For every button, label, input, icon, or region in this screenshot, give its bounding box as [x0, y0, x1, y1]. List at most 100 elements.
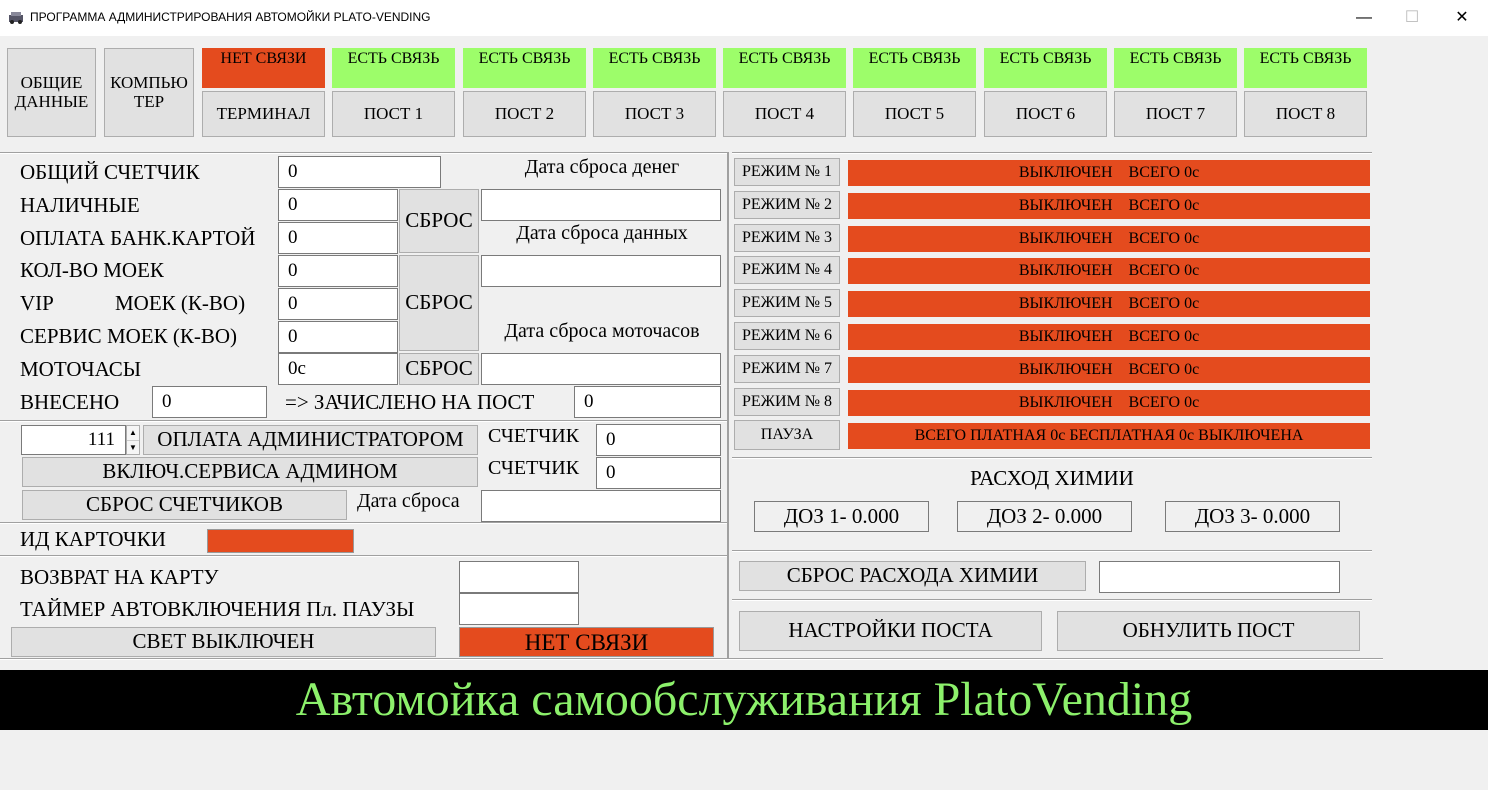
pause-timer-input[interactable]: [459, 593, 579, 625]
vip-label: VIP: [20, 291, 54, 315]
mode-button-4[interactable]: РЕЖИМ № 4: [734, 256, 840, 284]
general-data-button[interactable]: ОБЩИЕ ДАННЫЕ: [7, 48, 96, 137]
zero-post-button[interactable]: ОБНУЛИТЬ ПОСТ: [1057, 611, 1360, 651]
dose-2-value: ДОЗ 2- 0.000: [957, 501, 1132, 532]
post-tab-6[interactable]: ПОСТ 6: [984, 91, 1107, 137]
chemistry-reset-field: [1099, 561, 1340, 593]
terminal-tab[interactable]: ТЕРМИНАЛ: [202, 91, 325, 137]
motohours-label: МОТОЧАСЫ: [20, 357, 142, 381]
mode-status-1: ВЫКЛЮЧЕН ВСЕГО 0с: [848, 160, 1370, 186]
minimize-icon[interactable]: —: [1344, 5, 1384, 31]
mode-button-6[interactable]: РЕЖИМ № 6: [734, 322, 840, 350]
reset-date-field: [481, 490, 721, 522]
post-tab-5[interactable]: ПОСТ 5: [853, 91, 976, 137]
title-bar: ПРОГРАММА АДМИНИСТРИРОВАНИЯ АВТОМОЙКИ PL…: [0, 0, 1488, 36]
divider: [732, 550, 1372, 552]
refund-input[interactable]: [459, 561, 579, 593]
connection-status-6: ЕСТЬ СВЯЗЬ: [984, 48, 1107, 88]
divider: [732, 457, 1372, 459]
post-tab-8[interactable]: ПОСТ 8: [1244, 91, 1367, 137]
mode-button-5[interactable]: РЕЖИМ № 5: [734, 289, 840, 317]
service-washes-field: 0: [278, 321, 398, 353]
card-id-field: [207, 529, 354, 553]
chemistry-title: РАСХОД ХИМИИ: [970, 466, 1134, 490]
pause-button[interactable]: ПАУЗА: [734, 420, 840, 450]
post-tab-7[interactable]: ПОСТ 7: [1114, 91, 1237, 137]
dose-1-value: ДОЗ 1- 0.000: [754, 501, 929, 532]
chevron-down-icon[interactable]: ▼: [127, 441, 139, 455]
footer-banner: Автомойка самообслуживания PlatoVending: [0, 670, 1488, 730]
post-tab-1[interactable]: ПОСТ 1: [332, 91, 455, 137]
divider: [0, 658, 1383, 660]
connection-status-2: ЕСТЬ СВЯЗЬ: [463, 48, 586, 88]
refund-label: ВОЗВРАТ НА КАРТУ: [20, 565, 219, 589]
card-payment-label: ОПЛАТА БАНК.КАРТОЙ: [20, 226, 256, 250]
app-icon: [8, 9, 24, 25]
mode-status-5: ВЫКЛЮЧЕН ВСЕГО 0с: [848, 291, 1370, 317]
cash-label: НАЛИЧНЫЕ: [20, 193, 140, 217]
link-status-indicator: НЕТ СВЯЗИ: [459, 627, 714, 657]
admin-service-enable-button[interactable]: ВКЛЮЧ.СЕРВИСА АДМИНОМ: [22, 457, 478, 487]
divider: [0, 555, 727, 557]
connection-status-7: ЕСТЬ СВЯЗЬ: [1114, 48, 1237, 88]
reset-motohours-button[interactable]: СБРОС: [399, 353, 479, 385]
connection-status-3: ЕСТЬ СВЯЗЬ: [593, 48, 716, 88]
close-icon[interactable]: ✕: [1442, 5, 1482, 31]
banner-text: Автомойка самообслуживания PlatoVending: [295, 673, 1193, 726]
washes-count-label: КОЛ-ВО МОЕК: [20, 258, 164, 282]
divider: [732, 599, 1372, 601]
post-tab-2[interactable]: ПОСТ 2: [463, 91, 586, 137]
mode-status-3: ВЫКЛЮЧЕН ВСЕГО 0с: [848, 226, 1370, 252]
reset-money-button[interactable]: СБРОС: [399, 189, 479, 253]
pause-timer-label: ТАЙМЕР АВТОВКЛЮЧЕНИЯ Пл. ПАУЗЫ: [20, 597, 415, 621]
credited-label: => ЗАЧИСЛЕНО НА ПОСТ: [285, 390, 535, 414]
light-toggle-button[interactable]: СВЕТ ВЫКЛЮЧЕН: [11, 627, 436, 657]
connection-status-1: ЕСТЬ СВЯЗЬ: [332, 48, 455, 88]
post-settings-button[interactable]: НАСТРОЙКИ ПОСТА: [739, 611, 1042, 651]
amount-spinner-input[interactable]: 111: [21, 425, 126, 455]
mode-button-2[interactable]: РЕЖИМ № 2: [734, 191, 840, 219]
credited-field: 0: [574, 386, 721, 418]
counter-field-1: 0: [596, 424, 721, 456]
post-tab-3[interactable]: ПОСТ 3: [593, 91, 716, 137]
reset-date-label: Дата сброса: [357, 490, 460, 512]
divider: [732, 152, 1372, 154]
mode-button-8[interactable]: РЕЖИМ № 8: [734, 388, 840, 416]
divider: [0, 152, 727, 154]
counter-field-2: 0: [596, 457, 721, 489]
reset-data-button[interactable]: СБРОС: [399, 255, 479, 351]
amount-spinner[interactable]: ▲ ▼: [126, 425, 140, 455]
reset-chemistry-button[interactable]: СБРОС РАСХОДА ХИМИИ: [739, 561, 1086, 591]
general-data-label-1: ОБЩИЕ: [20, 72, 83, 92]
service-washes-label: СЕРВИС МОЕК (К-ВО): [20, 324, 238, 348]
reset-counters-button[interactable]: СБРОС СЧЕТЧИКОВ: [22, 490, 347, 520]
mode-status-8: ВЫКЛЮЧЕН ВСЕГО 0с: [848, 390, 1370, 416]
mode-button-7[interactable]: РЕЖИМ № 7: [734, 355, 840, 383]
deposited-label: ВНЕСЕНО: [20, 390, 120, 414]
post-tab-4[interactable]: ПОСТ 4: [723, 91, 846, 137]
chevron-up-icon[interactable]: ▲: [127, 426, 139, 441]
connection-status-5: ЕСТЬ СВЯЗЬ: [853, 48, 976, 88]
admin-payment-button[interactable]: ОПЛАТА АДМИНИСТРАТОРОМ: [143, 425, 478, 455]
counter-label-2: СЧЕТЧИК: [488, 457, 580, 479]
data-reset-date-label: Дата сброса данных: [516, 222, 688, 244]
mode-button-1[interactable]: РЕЖИМ № 1: [734, 158, 840, 186]
vip-washes-label: МОЕК (К-ВО): [115, 291, 246, 315]
data-reset-date-field: [481, 255, 721, 287]
computer-button[interactable]: КОМПЬЮ ТЕР: [104, 48, 194, 137]
maximize-icon[interactable]: ☐: [1392, 5, 1432, 31]
pause-status: ВСЕГО ПЛАТНАЯ 0с БЕСПЛАТНАЯ 0с ВЫКЛЮЧЕНА: [848, 423, 1370, 449]
mode-status-2: ВЫКЛЮЧЕН ВСЕГО 0с: [848, 193, 1370, 219]
connection-status-4: ЕСТЬ СВЯЗЬ: [723, 48, 846, 88]
motohours-reset-date-label: Дата сброса моточасов: [504, 320, 700, 342]
mode-button-3[interactable]: РЕЖИМ № 3: [734, 224, 840, 252]
counter-label-1: СЧЕТЧИК: [488, 425, 580, 447]
divider: [0, 522, 727, 524]
mode-status-4: ВЫКЛЮЧЕН ВСЕГО 0с: [848, 258, 1370, 284]
dose-3-value: ДОЗ 3- 0.000: [1165, 501, 1340, 532]
divider: [0, 420, 727, 422]
total-counter-field: 0: [278, 156, 441, 188]
divider: [727, 152, 729, 658]
connection-status-0: НЕТ СВЯЗИ: [202, 48, 325, 88]
vip-washes-field: 0: [278, 288, 398, 320]
